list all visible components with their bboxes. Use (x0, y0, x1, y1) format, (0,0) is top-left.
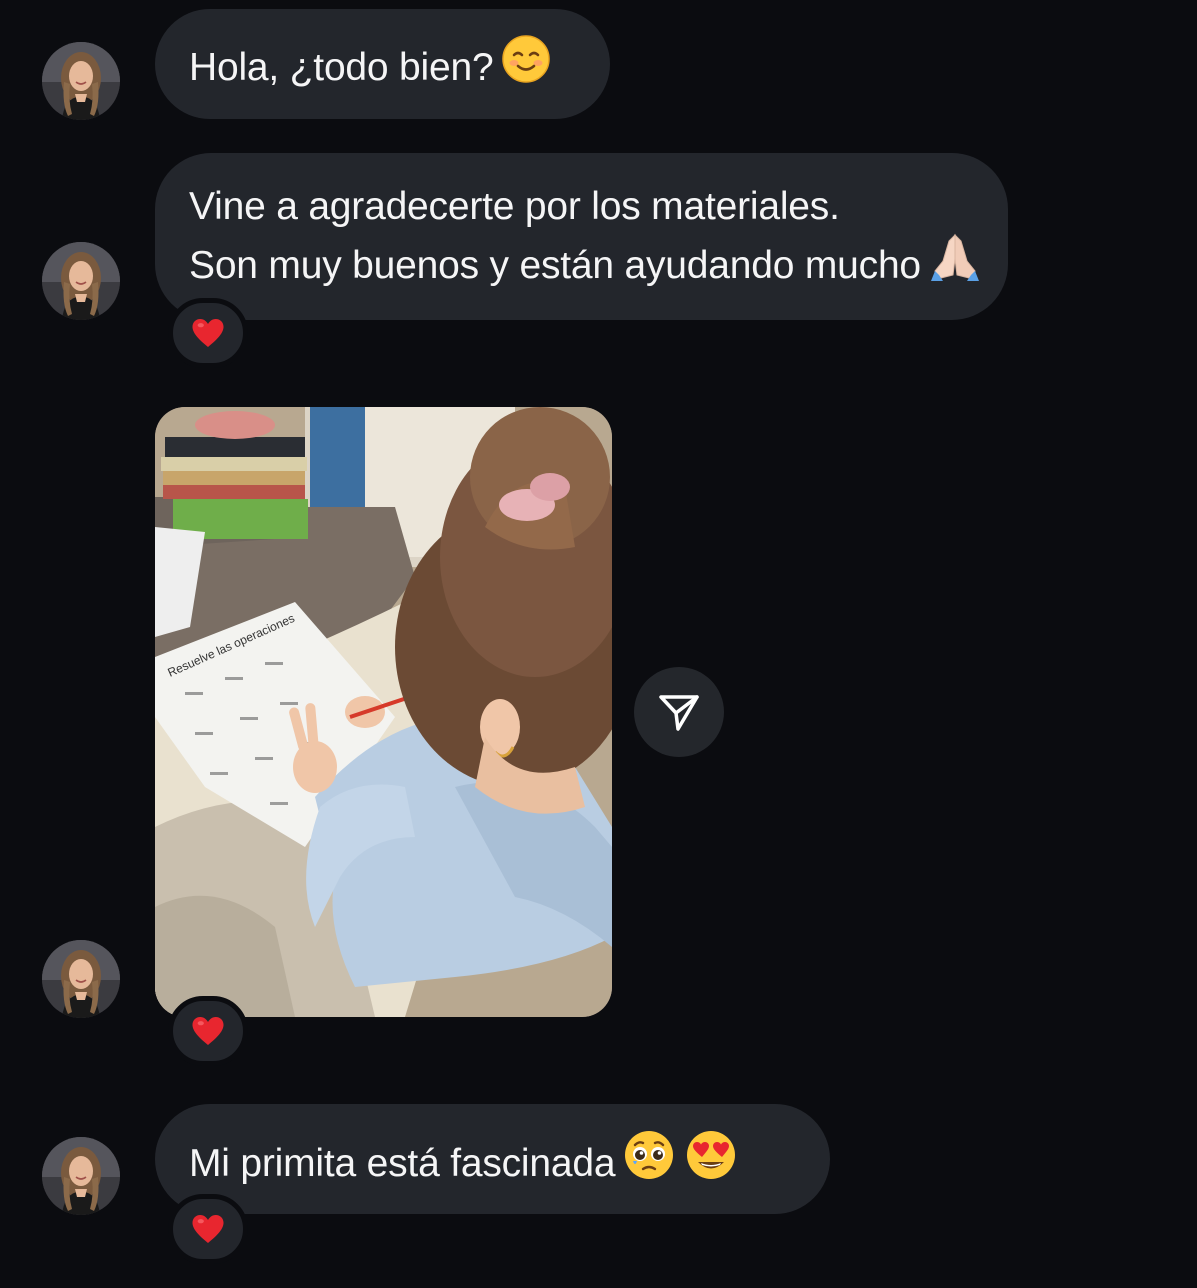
message-bubble-2[interactable]: Vine a agradecerte por los materiales. S… (155, 153, 1008, 320)
heart-eyes-emoji-icon (685, 1129, 737, 1196)
message-bubble-4[interactable]: Mi primita está fascinada (155, 1104, 830, 1214)
photo-girl-doing-homework: Resuelve las operaciones (155, 407, 612, 1017)
heart-icon (192, 319, 224, 347)
message-bubble-1[interactable]: Hola, ¿todo bien? (155, 9, 610, 119)
message-text: Mi primita está fascinada (189, 1141, 616, 1185)
heart-icon (192, 1017, 224, 1045)
heart-icon (192, 1215, 224, 1243)
reaction-heart[interactable] (168, 1194, 248, 1264)
send-icon (659, 695, 699, 731)
message-text-line-1: Vine a agradecerte por los materiales. (189, 185, 840, 228)
message-photo[interactable]: Resuelve las operaciones (155, 407, 612, 1017)
sender-avatar[interactable] (42, 242, 120, 320)
pleading-face-emoji-icon (623, 1129, 675, 1196)
sender-avatar[interactable] (42, 940, 120, 1018)
reaction-heart[interactable] (168, 996, 248, 1066)
reaction-heart[interactable] (168, 298, 248, 368)
folded-hands-emoji-icon (929, 231, 981, 298)
share-button[interactable] (634, 667, 724, 757)
message-text: Hola, ¿todo bien? (189, 45, 494, 89)
smiling-face-emoji-icon (501, 34, 551, 99)
message-text-line-2: Son muy buenos y están ayudando mucho (189, 233, 979, 301)
sender-avatar[interactable] (42, 42, 120, 120)
sender-avatar[interactable] (42, 1137, 120, 1215)
